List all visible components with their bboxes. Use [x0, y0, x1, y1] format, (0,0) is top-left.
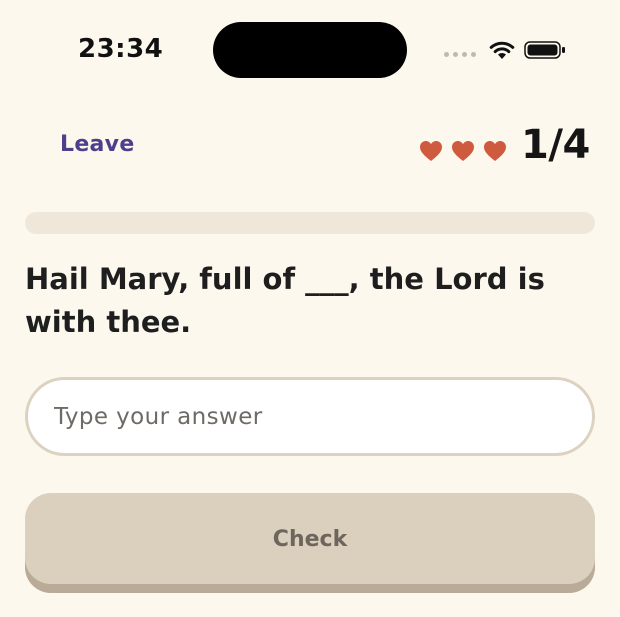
wifi-icon	[489, 41, 515, 59]
heart-icon	[420, 141, 442, 161]
signal-dots-icon	[444, 51, 476, 57]
status-time: 23:34	[78, 34, 164, 64]
heart-icon	[452, 141, 474, 161]
question-text: Hail Mary, full of ___, the Lord is with…	[25, 262, 545, 339]
check-button[interactable]: Check	[25, 493, 595, 593]
answer-input[interactable]	[25, 377, 595, 456]
leave-button[interactable]: Leave	[60, 132, 135, 157]
battery-icon	[524, 41, 565, 59]
status-icons	[444, 38, 566, 62]
dynamic-island	[213, 22, 407, 78]
heart-icon	[484, 141, 506, 161]
question-progress-count: 1/4	[521, 122, 590, 168]
progress-bar	[25, 212, 595, 234]
quiz-screen: 23:34 Leave 1/4 Hail Mary, full of ___, …	[0, 0, 620, 617]
lives-hearts	[419, 140, 507, 162]
